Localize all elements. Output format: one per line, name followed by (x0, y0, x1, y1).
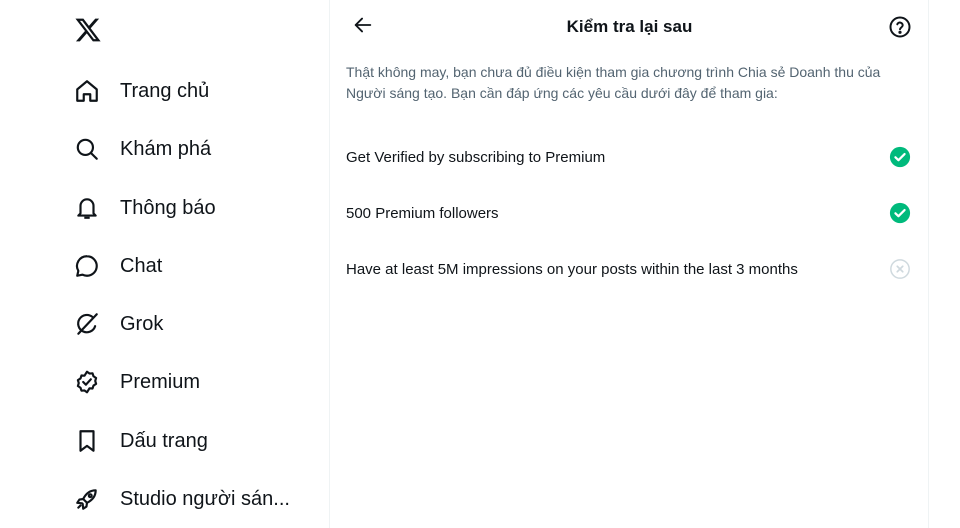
bell-icon (74, 195, 100, 221)
check-circle-icon (889, 146, 911, 168)
sidebar-item-bookmarks[interactable]: Dấu trang (70, 419, 208, 463)
sidebar-item-label: Chat (120, 254, 163, 277)
eligibility-message: Thật không may, bạn chưa đủ điều kiện th… (346, 64, 881, 101)
sidebar-item-label: Grok (120, 312, 164, 335)
verified-badge-icon (74, 369, 100, 395)
sidebar-item-label: Trang chủ (120, 79, 210, 102)
x-circle-icon (889, 258, 911, 280)
sidebar-item-label: Dấu trang (120, 429, 208, 452)
x-logo-icon[interactable] (74, 16, 102, 44)
help-button[interactable] (888, 15, 912, 39)
sidebar-item-creator-studio[interactable]: Studio người sán... (70, 477, 290, 521)
main-panel: Kiểm tra lại sau Thật không may, bạn chư… (330, 0, 929, 528)
search-icon (74, 136, 100, 162)
requirement-text: 500 Premium followers (346, 204, 499, 222)
sidebar-item-label: Premium (120, 370, 201, 393)
page-title: Kiểm tra lại sau (566, 17, 693, 36)
sidebar-item-home[interactable]: Trang chủ (70, 69, 209, 113)
requirement-text: Get Verified by subscribing to Premium (346, 148, 606, 166)
sidebar-item-label: Thông báo (120, 196, 216, 219)
sidebar-item-grok[interactable]: Grok (70, 302, 163, 346)
bookmark-icon (74, 428, 100, 454)
check-circle-icon (889, 202, 911, 224)
sidebar: Trang chủ Khám phá Thông báo Chat Grok P… (0, 0, 330, 528)
sidebar-item-premium[interactable]: Premium (70, 360, 200, 404)
requirement-row: Get Verified by subscribing to Premium (330, 137, 929, 177)
help-circle-icon (888, 16, 912, 43)
requirement-row: Have at least 5M impressions on your pos… (330, 249, 929, 289)
sidebar-item-explore[interactable]: Khám phá (70, 127, 211, 171)
requirement-text: Have at least 5M impressions on your pos… (346, 260, 798, 278)
sidebar-item-chat[interactable]: Chat (70, 244, 162, 288)
grok-icon (74, 311, 100, 337)
home-icon (74, 78, 100, 104)
page-header: Kiểm tra lại sau (330, 0, 929, 54)
sidebar-item-notifications[interactable]: Thông báo (70, 186, 216, 230)
sidebar-item-label: Studio người sán... (120, 487, 290, 510)
chat-bubble-icon (74, 253, 100, 279)
rocket-icon (74, 486, 100, 512)
requirement-row: 500 Premium followers (330, 193, 929, 233)
right-column-edge (930, 0, 960, 528)
sidebar-item-label: Khám phá (120, 137, 212, 160)
